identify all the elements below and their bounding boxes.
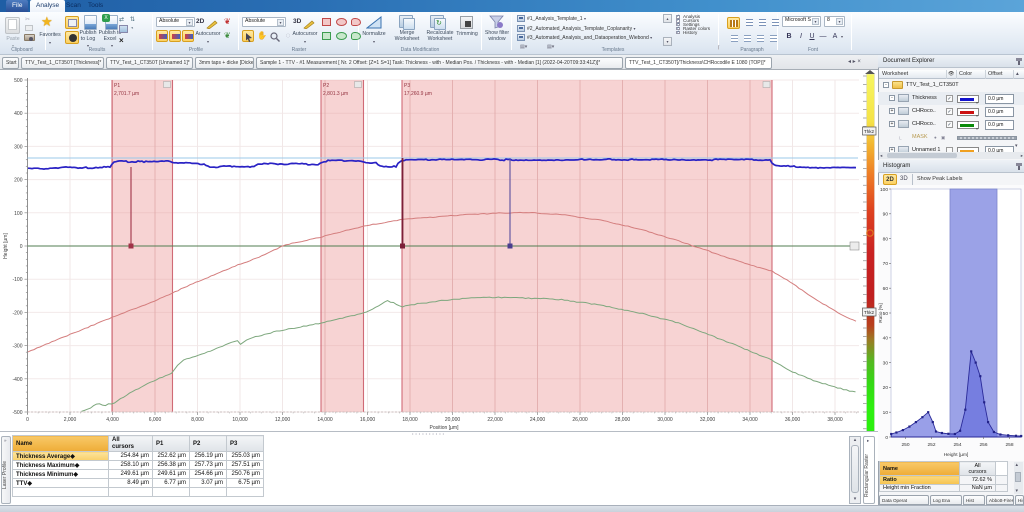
svg-text:0: 0 [885, 435, 888, 441]
svg-text:20: 20 [883, 385, 889, 391]
svg-text:22,000: 22,000 [487, 417, 503, 423]
svg-text:-500: -500 [12, 410, 22, 416]
svg-text:10,000: 10,000 [232, 417, 248, 423]
svg-text:4,000: 4,000 [106, 417, 119, 423]
svg-text:36,000: 36,000 [785, 417, 801, 423]
svg-text:6,000: 6,000 [149, 417, 162, 423]
svg-text:100: 100 [880, 187, 888, 193]
svg-text:40: 40 [883, 336, 889, 342]
svg-text:18,000: 18,000 [402, 417, 418, 423]
svg-text:200: 200 [14, 178, 23, 184]
svg-text:Thk2: Thk2 [864, 129, 875, 134]
svg-text:500: 500 [14, 78, 23, 84]
svg-text:10: 10 [883, 410, 889, 416]
svg-text:32,000: 32,000 [700, 417, 716, 423]
svg-text:250: 250 [901, 442, 909, 448]
svg-text:30: 30 [883, 360, 889, 366]
svg-text:20,000: 20,000 [445, 417, 461, 423]
svg-text:-300: -300 [12, 344, 22, 350]
svg-text:34,000: 34,000 [742, 417, 758, 423]
svg-text:16,000: 16,000 [360, 417, 376, 423]
svg-text:254: 254 [953, 442, 961, 448]
svg-text:0: 0 [20, 244, 23, 250]
svg-text:256: 256 [979, 442, 987, 448]
svg-text:300: 300 [14, 144, 23, 150]
svg-text:38,000: 38,000 [827, 417, 843, 423]
svg-text:P1: P1 [114, 83, 120, 89]
svg-text:0: 0 [26, 417, 29, 423]
svg-text:-200: -200 [12, 310, 22, 316]
svg-text:-100: -100 [12, 277, 22, 283]
svg-text:14,000: 14,000 [317, 417, 333, 423]
svg-text:17,260.9 µm: 17,260.9 µm [404, 91, 432, 97]
svg-text:80: 80 [883, 236, 889, 242]
svg-text:60: 60 [883, 286, 889, 292]
svg-text:30,000: 30,000 [657, 417, 673, 423]
svg-text:Ratio [%]: Ratio [%] [878, 303, 884, 322]
svg-text:P2: P2 [323, 83, 329, 89]
svg-text:26,000: 26,000 [572, 417, 588, 423]
svg-text:258: 258 [1005, 442, 1013, 448]
svg-text:2,000: 2,000 [64, 417, 77, 423]
svg-text:400: 400 [14, 111, 23, 117]
svg-text:2,801.3 µm: 2,801.3 µm [323, 91, 348, 97]
svg-text:-400: -400 [12, 377, 22, 383]
svg-text:Height [µm]: Height [µm] [944, 452, 969, 458]
svg-text:P3: P3 [404, 83, 410, 89]
svg-text:100: 100 [14, 211, 23, 217]
svg-text:28,000: 28,000 [615, 417, 631, 423]
svg-text:70: 70 [883, 261, 889, 267]
svg-text:24,000: 24,000 [530, 417, 546, 423]
svg-text:8,000: 8,000 [191, 417, 204, 423]
svg-text:Thk2: Thk2 [864, 310, 875, 315]
svg-text:252: 252 [927, 442, 935, 448]
svg-text:90: 90 [883, 212, 889, 218]
svg-text:Height [µm]: Height [µm] [3, 233, 9, 259]
svg-text:2,701.7 µm: 2,701.7 µm [114, 91, 139, 97]
svg-text:12,000: 12,000 [275, 417, 291, 423]
